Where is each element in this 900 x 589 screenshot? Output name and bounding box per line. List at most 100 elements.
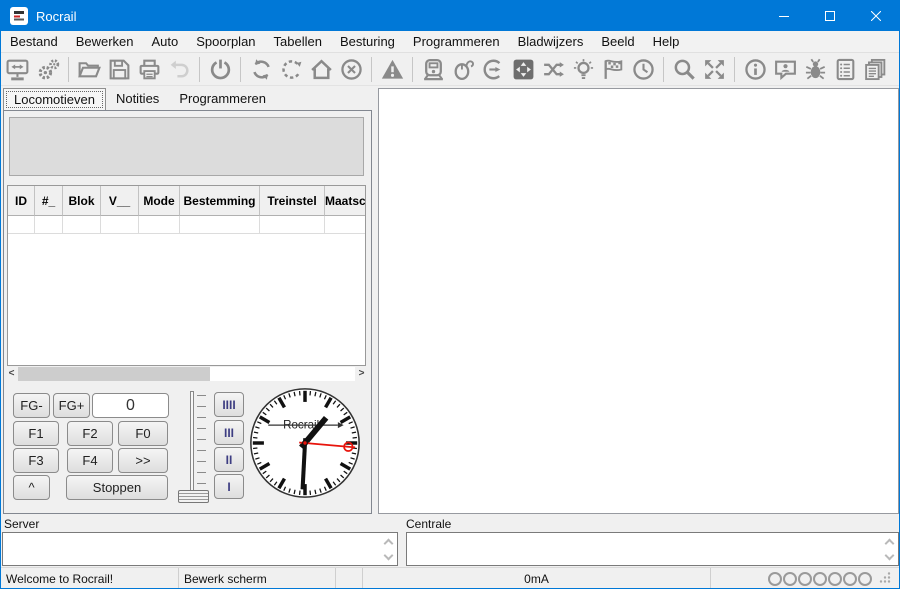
centrale-label: Centrale: [406, 517, 451, 531]
toolbar-finish-flag-button[interactable]: [599, 56, 627, 84]
locomotive-image-box: [9, 117, 364, 176]
f2-button[interactable]: F2: [67, 421, 113, 446]
throttle-icon: [451, 57, 476, 82]
f0-button[interactable]: F0: [118, 421, 168, 446]
toolbar-switch-panel-button[interactable]: [509, 56, 537, 84]
open-icon: [77, 57, 102, 82]
slider-thumb[interactable]: [178, 490, 209, 503]
routes-icon: [541, 57, 566, 82]
scrollbar-thumb[interactable]: [18, 367, 210, 381]
scroll-right-icon[interactable]: >: [355, 367, 368, 381]
menu-item-beeld[interactable]: Beeld: [592, 31, 643, 53]
toolbar-emergency-button[interactable]: [378, 56, 406, 84]
toolbar-restart-button[interactable]: [247, 56, 275, 84]
scroll-down-icon[interactable]: [383, 550, 393, 560]
menu-item-auto[interactable]: Auto: [143, 31, 188, 53]
column-header-treinstel[interactable]: Treinstel: [260, 186, 325, 216]
menu-item-besturing[interactable]: Besturing: [331, 31, 404, 53]
log-icon: [833, 57, 858, 82]
menu-item-bladwijzers[interactable]: Bladwijzers: [509, 31, 593, 53]
toolbar-fit-button[interactable]: [700, 56, 728, 84]
toolbar-init-button[interactable]: [277, 56, 305, 84]
toolbar-support-button[interactable]: [771, 56, 799, 84]
f1-button[interactable]: F1: [13, 421, 59, 446]
toolbar-workspace-button[interactable]: [4, 56, 32, 84]
toolbar-save-button[interactable]: [105, 56, 133, 84]
minimize-button[interactable]: [761, 1, 807, 31]
toolbar-open-button[interactable]: [75, 56, 103, 84]
scroll-up-icon[interactable]: [383, 538, 393, 548]
toolbar-home-button[interactable]: [307, 56, 335, 84]
stop-button[interactable]: Stoppen: [66, 475, 168, 500]
toolbar-log-button[interactable]: [831, 56, 859, 84]
menu-item-programmeren[interactable]: Programmeren: [404, 31, 509, 53]
scroll-left-icon[interactable]: <: [5, 367, 18, 381]
menu-item-tabellen[interactable]: Tabellen: [265, 31, 331, 53]
speed-step-1-button[interactable]: I: [214, 474, 244, 499]
column-header-v[interactable]: V__: [101, 186, 139, 216]
toolbar-print-button[interactable]: [135, 56, 163, 84]
table-horizontal-scrollbar[interactable]: < >: [5, 367, 368, 381]
table-cell: [260, 216, 325, 234]
server-console[interactable]: [2, 532, 398, 566]
centrale-console[interactable]: [406, 532, 899, 566]
f3-button[interactable]: F3: [13, 448, 59, 473]
speed-slider[interactable]: [177, 389, 211, 507]
toolbar-zoom-button[interactable]: [670, 56, 698, 84]
scroll-up-icon[interactable]: [884, 538, 894, 548]
column-header-blok[interactable]: Blok: [63, 186, 101, 216]
toolbar-info-button[interactable]: [741, 56, 769, 84]
column-header-maatschap[interactable]: Maatschap: [325, 186, 366, 216]
home-icon: [309, 57, 334, 82]
fit-icon: [702, 57, 727, 82]
table-row[interactable]: [8, 216, 365, 234]
indicator-circle: [798, 572, 812, 586]
toolbar-gauge-button[interactable]: [479, 56, 507, 84]
print-icon: [137, 57, 162, 82]
toolbar-outputs-button[interactable]: [569, 56, 597, 84]
centrale-console-scrollbar[interactable]: [882, 533, 896, 565]
speed-step-4-button[interactable]: IIII: [214, 392, 244, 417]
speed-step-2-button[interactable]: II: [214, 447, 244, 472]
toolbar-bug-button[interactable]: [801, 56, 829, 84]
shutdown-icon: [339, 57, 364, 82]
toolbar-settings-button[interactable]: [34, 56, 62, 84]
column-header-id[interactable]: ID: [8, 186, 35, 216]
column-header-bestemming[interactable]: Bestemming: [180, 186, 260, 216]
fg-minus-button[interactable]: FG-: [13, 393, 50, 418]
resize-grip[interactable]: [879, 571, 891, 586]
toolbar-routes-button[interactable]: [539, 56, 567, 84]
column-header-[interactable]: #_: [35, 186, 63, 216]
locomotives-table[interactable]: ID#_BlokV__ModeBestemmingTreinstelMaatsc…: [7, 185, 366, 366]
toolbar-locomotive-button[interactable]: [419, 56, 447, 84]
menu-item-help[interactable]: Help: [644, 31, 689, 53]
server-label: Server: [4, 517, 39, 531]
toolbar-docs-button[interactable]: [861, 56, 889, 84]
server-console-scrollbar[interactable]: [381, 533, 395, 565]
column-header-mode[interactable]: Mode: [139, 186, 180, 216]
toolbar-shutdown-button[interactable]: [337, 56, 365, 84]
toolbar-separator: [412, 57, 413, 82]
menu-item-bestand[interactable]: Bestand: [1, 31, 67, 53]
toolbar-power-button[interactable]: [206, 56, 234, 84]
speed-step-3-button[interactable]: III: [214, 420, 244, 445]
restart-icon: [249, 57, 274, 82]
layout-canvas[interactable]: [378, 88, 899, 514]
tab-notities[interactable]: Notities: [106, 88, 169, 110]
titlebar: Rocrail: [1, 1, 899, 31]
tab-programmeren[interactable]: Programmeren: [169, 88, 276, 110]
menu-item-spoorplan[interactable]: Spoorplan: [187, 31, 264, 53]
scroll-down-icon[interactable]: [884, 550, 894, 560]
speed-value-input[interactable]: [92, 393, 169, 418]
maximize-button[interactable]: [807, 1, 853, 31]
close-button[interactable]: [853, 1, 899, 31]
fg-plus-button[interactable]: FG+: [53, 393, 90, 418]
f4-button[interactable]: F4: [67, 448, 113, 473]
indicator-circle: [813, 572, 827, 586]
toolbar-throttle-button[interactable]: [449, 56, 477, 84]
menu-item-bewerken[interactable]: Bewerken: [67, 31, 143, 53]
tab-locomotieven[interactable]: Locomotieven: [3, 88, 106, 111]
more-functions-button[interactable]: >>: [118, 448, 168, 473]
toolbar-clock-button[interactable]: [629, 56, 657, 84]
shift-button[interactable]: ^: [13, 475, 50, 500]
